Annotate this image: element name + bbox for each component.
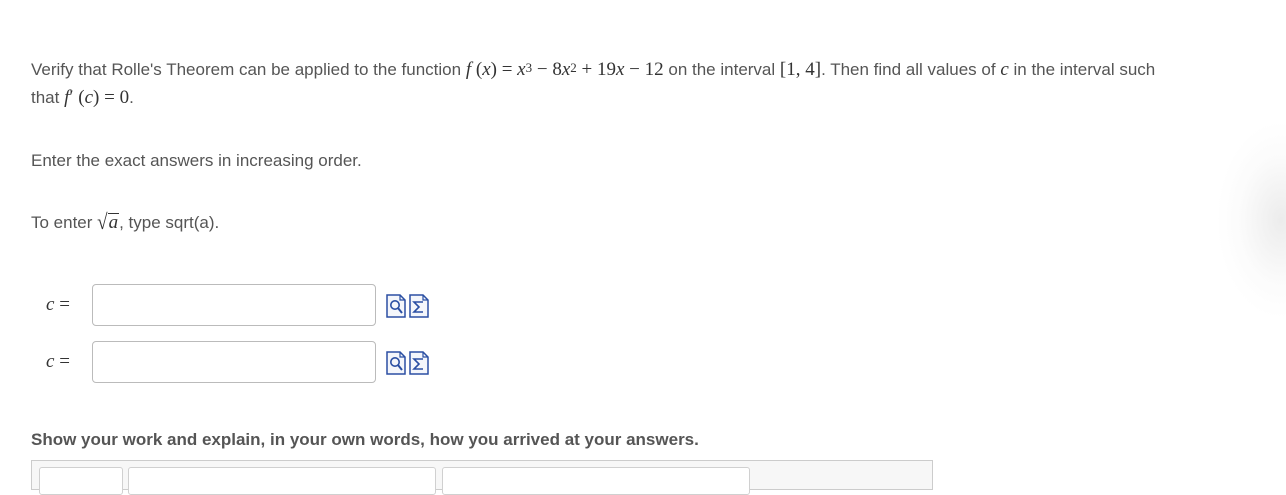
work-editor-toolbar [31,460,933,495]
answer-row-1: c = [0,284,440,328]
sqrt-suffix: , type sqrt(a). [119,213,220,232]
preview-icon[interactable] [386,351,406,375]
problem-intro: Verify that Rolle's Theorem can be appli… [31,60,462,79]
function-expression: f (x) = x3 − 8x2 + 19x − 12 [465,59,664,80]
background-glow [1216,120,1286,320]
equation-editor-icon[interactable] [409,351,429,375]
problem-statement: Verify that Rolle's Theorem can be appli… [31,56,1286,112]
sqrt-symbol: √a [97,210,120,235]
problem-line-2: that f′ (c) = 0. [31,84,1286,112]
order-instruction: Enter the exact answers in increasing or… [31,151,362,170]
answer-label-2: c = [46,351,70,372]
answer-input-1[interactable] [92,284,376,326]
sqrt-instruction: To enter √a, type sqrt(a). [31,210,220,235]
preview-icon[interactable] [386,294,406,318]
c-variable: c [1000,59,1009,80]
period: . [129,88,134,107]
toolbar-group-2[interactable] [128,467,436,495]
answer-label-1: c = [46,294,70,315]
sqrt-prefix: To enter [31,213,93,232]
toolbar-group-3[interactable] [442,467,750,495]
in-interval-text: in the interval such [1013,60,1156,79]
answer-row-2: c = [0,341,440,385]
condition-expression: f′ (c) = 0 [64,87,130,108]
show-work-label: Show your work and explain, in your own … [31,430,699,449]
answer-input-2[interactable] [92,341,376,383]
toolbar-group-1[interactable] [39,467,123,495]
then-text: . Then find all values of [821,60,996,79]
interval-expression: [1, 4] [779,59,822,80]
problem-line-1: Verify that Rolle's Theorem can be appli… [31,56,1286,84]
equation-editor-icon[interactable] [409,294,429,318]
that-text: that [31,88,60,107]
interval-lead: on the interval [668,60,776,79]
